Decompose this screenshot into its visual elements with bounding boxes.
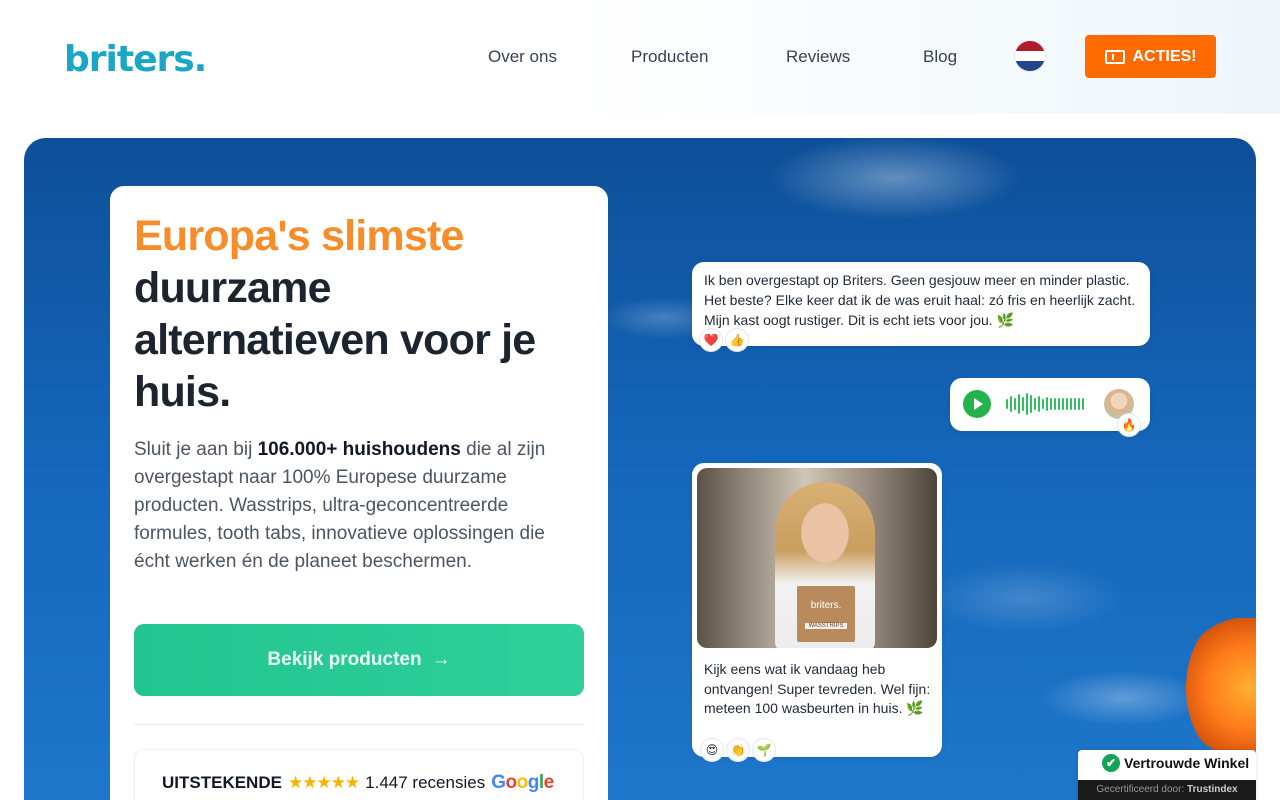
bekijk-producten-button[interactable]: Bekijk producten → <box>134 624 584 696</box>
seedling-reaction-icon: 🌱 <box>752 738 776 762</box>
divider <box>134 724 584 725</box>
hero-headline: Europa's slimste duurzame alternatieven … <box>134 210 594 418</box>
rating-row: UITSTEKENDE ★★★★★ 1.447 recensies Google <box>162 772 554 794</box>
logo-text[interactable]: briters. <box>64 40 207 80</box>
video-thumbnail[interactable]: briters. WASSTRIPS <box>697 468 937 648</box>
fire-reaction-icon: 🔥 <box>1117 413 1141 437</box>
google-rating-box[interactable]: UITSTEKENDE ★★★★★ 1.447 recensies Google <box>134 749 584 800</box>
check-icon: ✔ <box>1102 754 1120 772</box>
trust-certified: Gecertificeerd door: Trustindex <box>1078 780 1256 800</box>
play-icon[interactable] <box>963 390 991 418</box>
message-reactions: ❤️ 👍 <box>699 328 749 352</box>
intro-bold: 106.000+ huishoudens <box>257 439 461 460</box>
star-rating-icon: ★★★★★ <box>287 773 360 792</box>
product-package: briters. WASSTRIPS <box>797 586 855 642</box>
cta-label: Bekijk producten <box>267 649 422 670</box>
voice-reactions: 🔥 <box>1117 413 1141 437</box>
thumbs-up-reaction-icon: 👍 <box>725 328 749 352</box>
nav-over-ons[interactable]: Over ons <box>488 46 557 68</box>
trust-title: ✔ Vertrouwde Winkel <box>1102 754 1249 772</box>
heart-eyes-reaction-icon: 😍 <box>700 738 724 762</box>
nav-reviews[interactable]: Reviews <box>786 46 850 68</box>
briters-logo[interactable]: briters. <box>64 40 207 80</box>
message-text: Ik ben overgestapt op Briters. Geen gesj… <box>704 272 1136 328</box>
clap-reaction-icon: 👏 <box>726 738 750 762</box>
hero-intro: Sluit je aan bij 106.000+ huishoudens di… <box>134 436 584 576</box>
rating-label: UITSTEKENDE <box>162 773 282 792</box>
google-logo-icon: Google <box>491 772 554 793</box>
acties-button[interactable]: ACTIES! <box>1085 35 1216 78</box>
intro-before: Sluit je aan bij <box>134 439 258 460</box>
site-header: briters. Over ons Producten Reviews Blog… <box>0 0 1280 114</box>
nav-blog[interactable]: Blog <box>923 46 957 68</box>
headline-accent: Europa's slimste <box>134 212 464 260</box>
acties-label: ACTIES! <box>1132 47 1197 65</box>
chat-video-message: briters. WASSTRIPS Kijk eens wat ik vand… <box>692 463 942 757</box>
ticket-icon <box>1104 49 1125 64</box>
hero-card: Europa's slimste duurzame alternatieven … <box>110 186 608 800</box>
chat-message-text: Ik ben overgestapt op Briters. Geen gesj… <box>692 262 1150 346</box>
heart-reaction-icon: ❤️ <box>699 328 723 352</box>
review-count: 1.447 recensies <box>365 773 486 792</box>
audio-waveform <box>1006 392 1088 416</box>
video-reactions: 😍 👏 🌱 <box>700 738 776 762</box>
hero-section: Europa's slimste duurzame alternatieven … <box>24 138 1256 800</box>
headline-rest: duurzame alternatieven voor je huis. <box>134 264 536 416</box>
language-flag-nl-icon[interactable] <box>1015 41 1045 71</box>
flower-decoration <box>1186 618 1256 758</box>
nav-producten[interactable]: Producten <box>631 46 709 68</box>
trust-badge[interactable]: ✔ Vertrouwde Winkel Gecertificeerd door:… <box>1078 750 1256 800</box>
arrow-right-icon: → <box>431 649 451 670</box>
message-text: Kijk eens wat ik vandaag heb ontvangen! … <box>704 661 931 716</box>
